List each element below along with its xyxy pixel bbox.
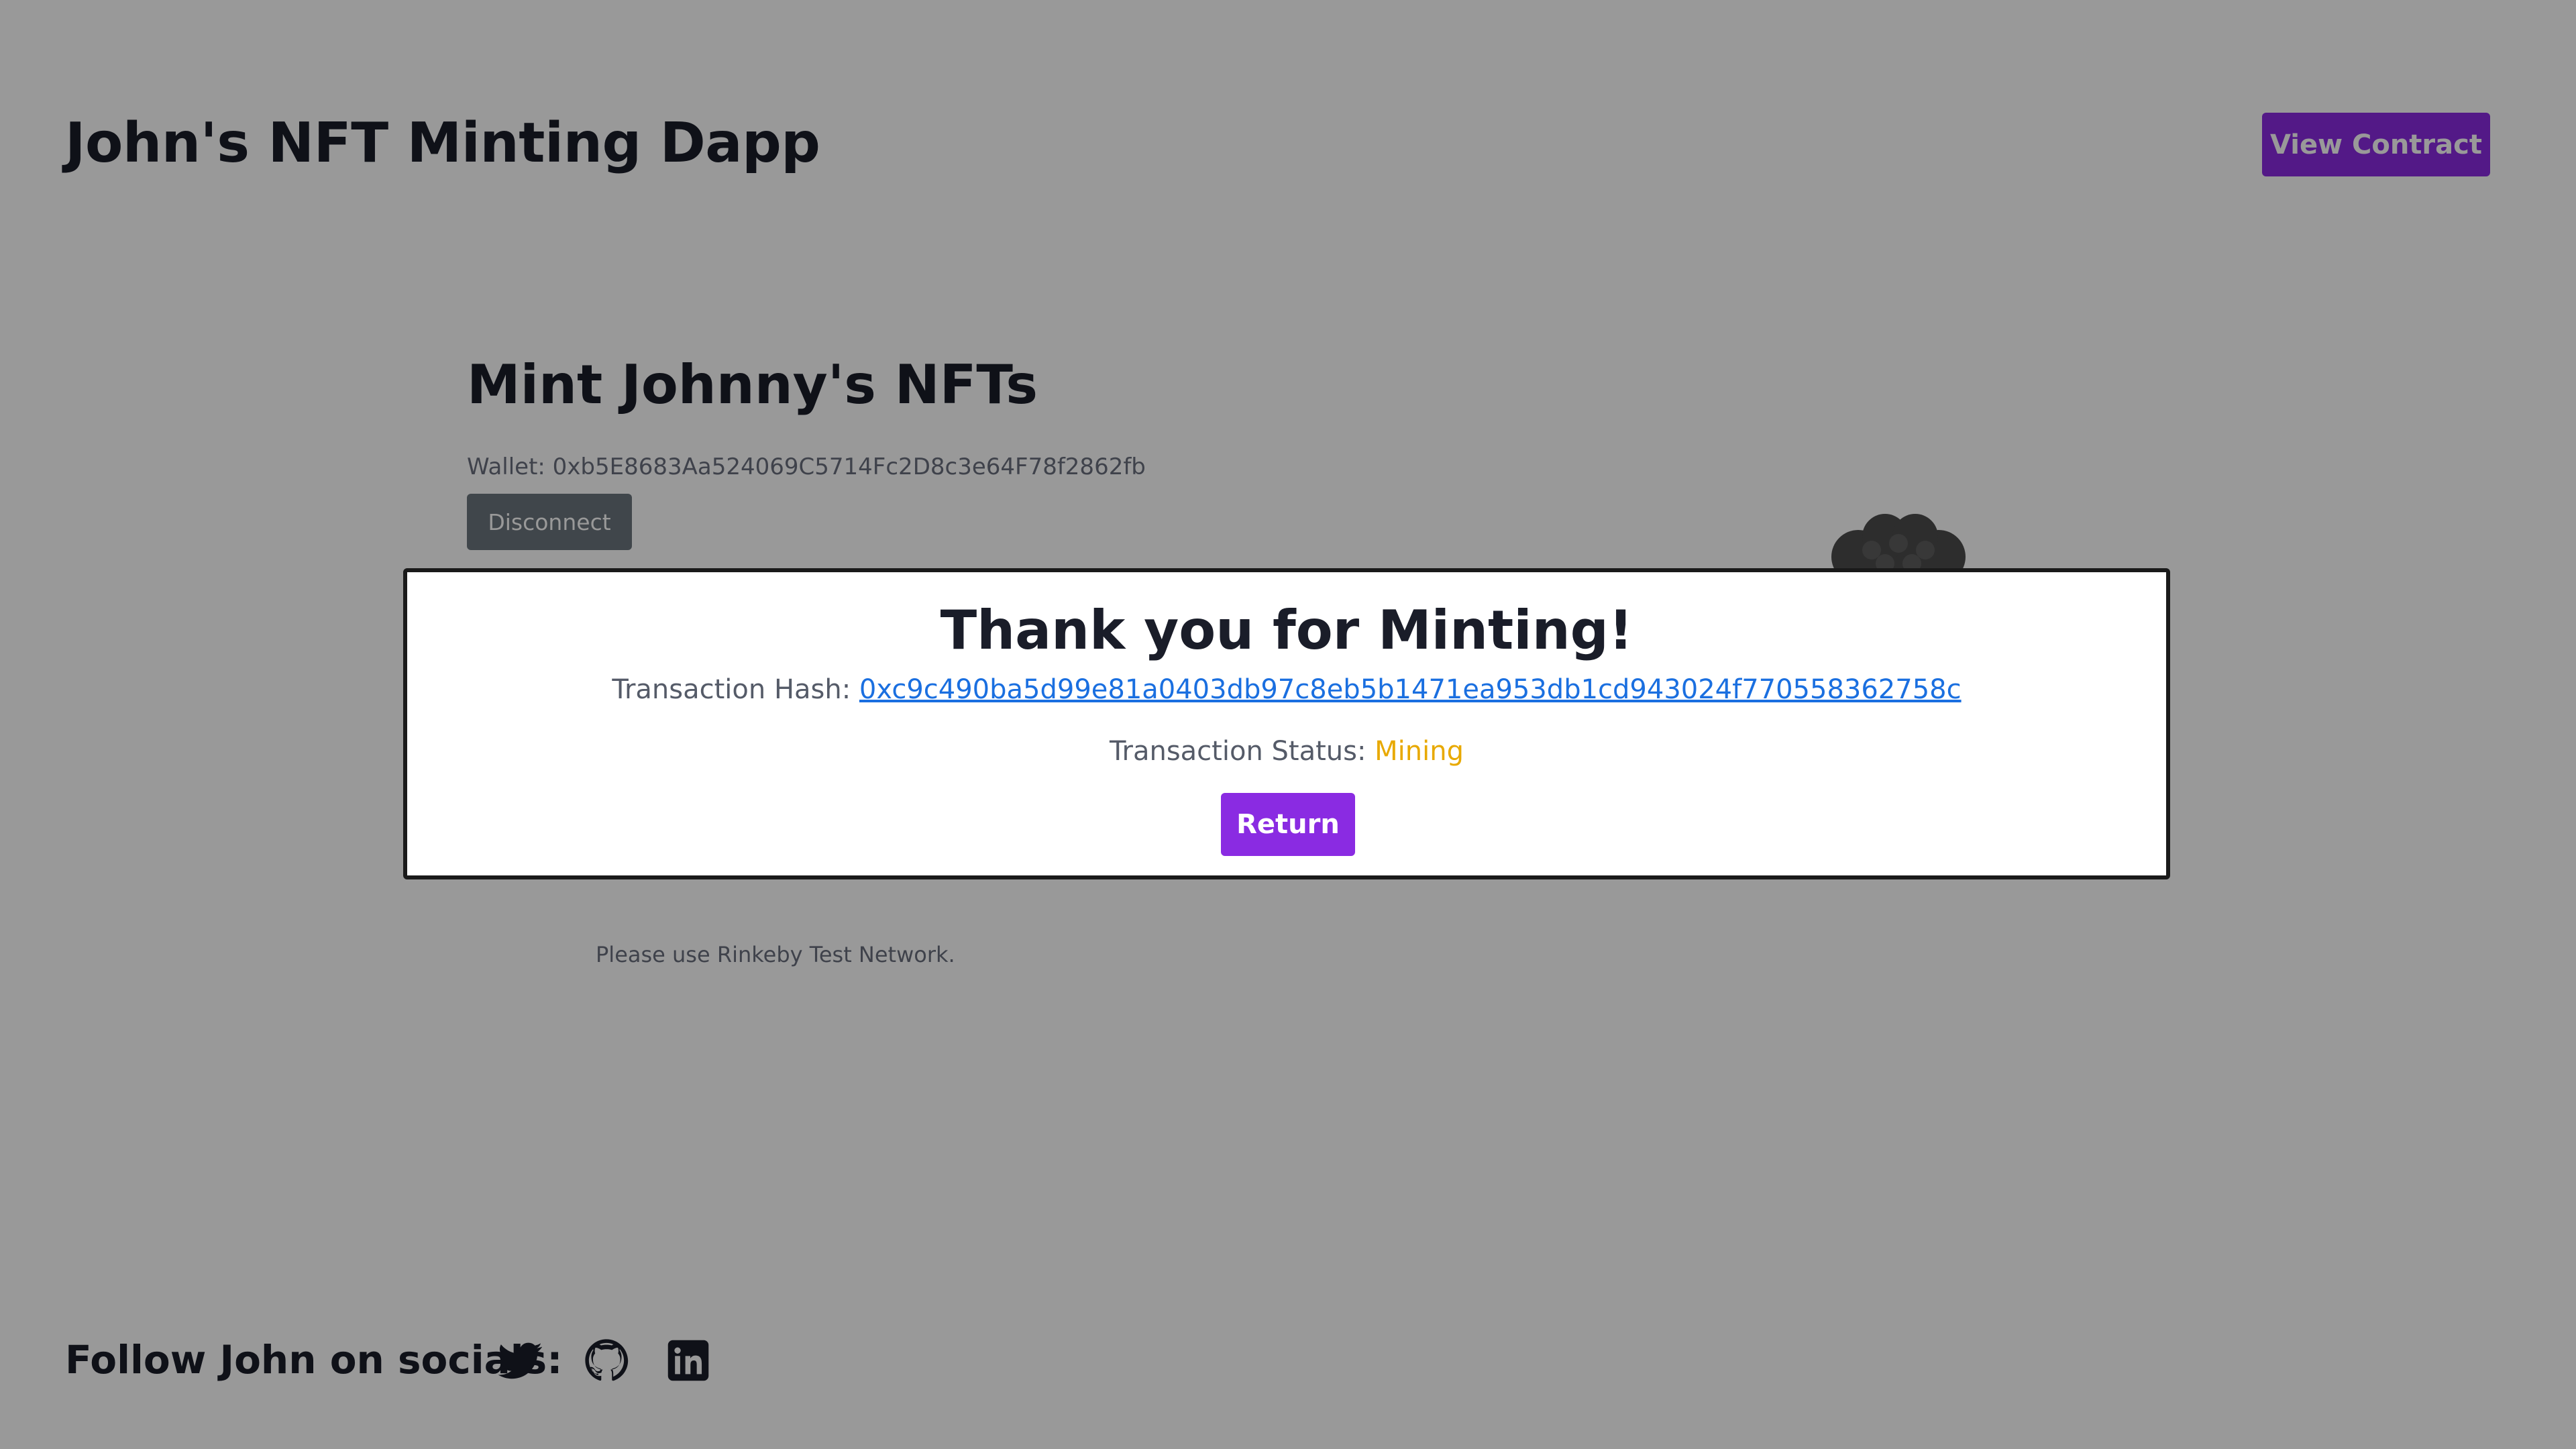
- transaction-status-label: Transaction Status:: [1109, 736, 1375, 767]
- transaction-status-row: Transaction Status: Mining: [407, 736, 2166, 767]
- page: John's NFT Minting Dapp View Contract Mi…: [0, 0, 2576, 1449]
- modal-title: Thank you for Minting!: [940, 599, 1633, 661]
- transaction-hash-label: Transaction Hash:: [612, 674, 859, 705]
- transaction-hash-row: Transaction Hash: 0xc9c490ba5d99e81a0403…: [407, 674, 2166, 705]
- mint-success-modal: Thank you for Minting! Transaction Hash:…: [403, 568, 2170, 879]
- transaction-hash-link[interactable]: 0xc9c490ba5d99e81a0403db97c8eb5b1471ea95…: [859, 674, 1962, 705]
- transaction-status-value: Mining: [1375, 736, 1464, 767]
- return-button[interactable]: Return: [1221, 793, 1355, 856]
